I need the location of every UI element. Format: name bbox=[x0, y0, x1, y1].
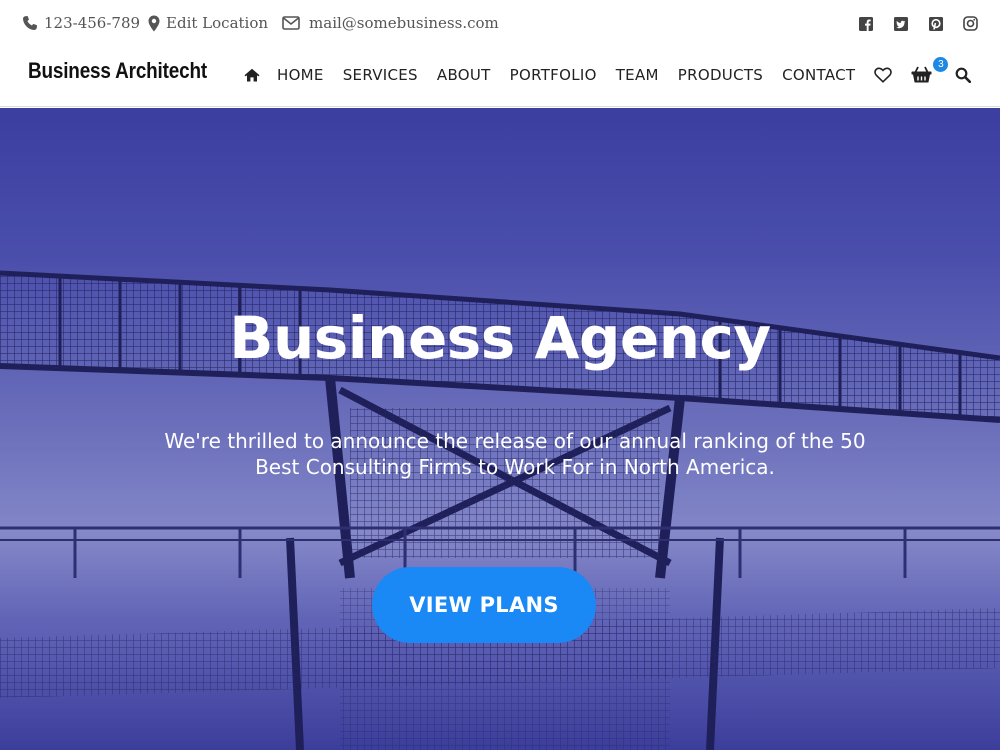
hero-banner: Business Agency We're thrilled to announ… bbox=[0, 108, 1000, 750]
email-item[interactable]: mail@somebusiness.com bbox=[282, 14, 499, 32]
wishlist-button[interactable] bbox=[874, 67, 893, 83]
cart-button[interactable]: 3 bbox=[911, 57, 949, 84]
hero-subtitle: We're thrilled to announce the release o… bbox=[164, 429, 866, 479]
phone-number: 123-456-789 bbox=[44, 14, 141, 32]
location-text: Edit Location bbox=[166, 14, 269, 32]
social-links bbox=[838, 16, 978, 31]
top-bar: 123-456-789 Edit Location mail@somebusin… bbox=[0, 0, 1000, 50]
nav-contact[interactable]: CONTACT bbox=[782, 66, 855, 84]
nav-about[interactable]: ABOUT bbox=[437, 66, 491, 84]
twitter-icon[interactable] bbox=[893, 16, 908, 31]
contact-info: 123-456-789 Edit Location mail@somebusin… bbox=[22, 14, 507, 32]
map-marker-icon bbox=[148, 15, 160, 31]
nav-services[interactable]: SERVICES bbox=[343, 66, 418, 84]
facebook-icon[interactable] bbox=[858, 16, 873, 31]
home-icon[interactable] bbox=[244, 67, 260, 83]
nav-home[interactable]: HOME bbox=[277, 66, 324, 84]
instagram-icon[interactable] bbox=[963, 16, 978, 31]
location-item[interactable]: Edit Location bbox=[148, 14, 268, 32]
nav-team[interactable]: TEAM bbox=[616, 66, 659, 84]
site-header: Business Architecht HOME SERVICES ABOUT … bbox=[0, 50, 1000, 107]
site-logo[interactable]: Business Architecht bbox=[28, 58, 207, 84]
search-button[interactable] bbox=[955, 67, 972, 83]
envelope-icon bbox=[282, 16, 300, 30]
cart-count-badge: 3 bbox=[933, 57, 949, 72]
main-nav: HOME SERVICES ABOUT PORTFOLIO TEAM PRODU… bbox=[244, 57, 990, 84]
view-plans-button[interactable]: VIEW PLANS bbox=[372, 567, 596, 643]
search-icon bbox=[955, 67, 972, 83]
basket-icon bbox=[911, 66, 932, 83]
pinterest-icon[interactable] bbox=[928, 16, 943, 31]
nav-products[interactable]: PRODUCTS bbox=[678, 66, 763, 84]
nav-portfolio[interactable]: PORTFOLIO bbox=[510, 66, 597, 84]
email-address: mail@somebusiness.com bbox=[309, 14, 499, 32]
phone-icon bbox=[23, 16, 37, 30]
heart-icon bbox=[874, 67, 893, 83]
phone-item[interactable]: 123-456-789 bbox=[22, 14, 140, 32]
hero-title: Business Agency bbox=[229, 304, 771, 372]
